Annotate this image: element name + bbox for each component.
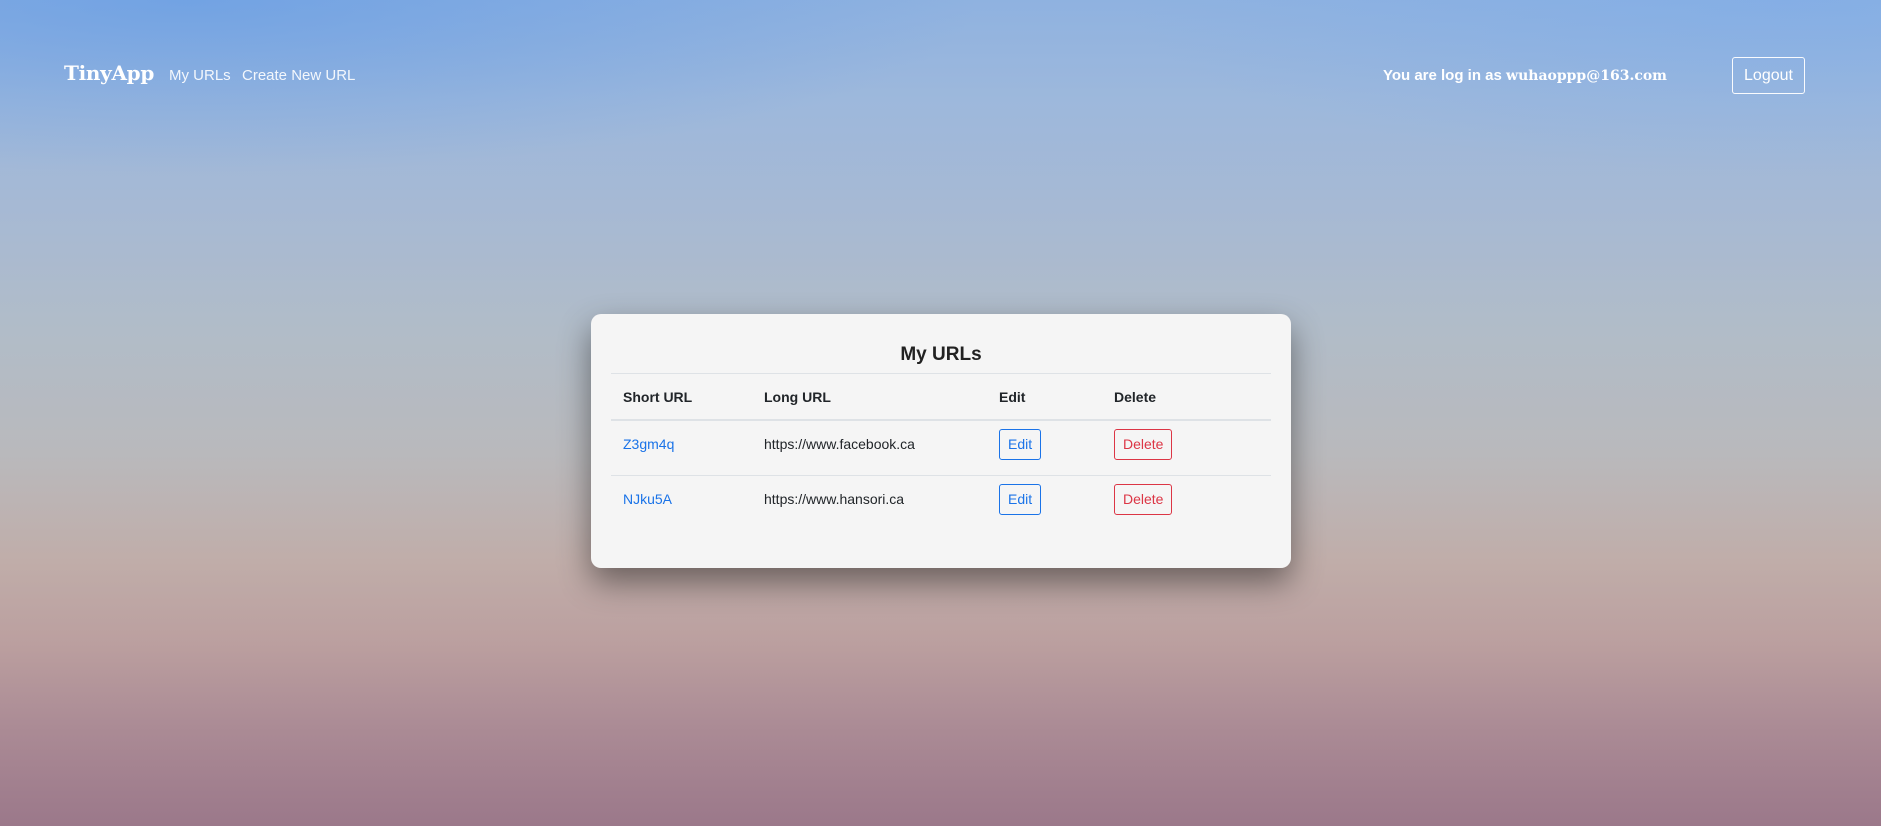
- long-url-cell: https://www.facebook.ca: [752, 420, 987, 475]
- table-row: Z3gm4q https://www.facebook.ca Edit Dele…: [611, 420, 1271, 475]
- column-header-long-url: Long URL: [752, 373, 987, 421]
- top-navbar: TinyApp My URLs Create New URL You are l…: [0, 0, 1881, 152]
- table-row: NJku5A https://www.hansori.ca Edit Delet…: [611, 474, 1271, 530]
- login-email: wuhaoppp@163.com: [1506, 68, 1667, 84]
- login-prefix: You are log in as: [1382, 67, 1502, 84]
- brand-logo[interactable]: TinyApp: [64, 61, 154, 85]
- long-url-text: https://www.facebook.ca: [764, 436, 915, 452]
- edit-cell: Edit: [987, 420, 1102, 475]
- column-header-delete: Delete: [1102, 373, 1271, 421]
- short-url-link[interactable]: NJku5A: [623, 491, 672, 507]
- logout-button[interactable]: Logout: [1732, 57, 1805, 94]
- edit-button[interactable]: Edit: [999, 429, 1042, 460]
- login-status: You are log in as wuhaoppp@163.com: [1383, 67, 1667, 84]
- short-url-cell: Z3gm4q: [611, 420, 752, 475]
- nav-create-new-url-link[interactable]: Create New URL: [242, 67, 355, 84]
- table-header-row: Short URL Long URL Edit Delete: [611, 373, 1271, 421]
- urls-card: My URLs Short URL Long URL Edit Delete Z…: [591, 314, 1291, 568]
- page-title: My URLs: [900, 344, 982, 365]
- delete-button[interactable]: Delete: [1114, 483, 1173, 515]
- short-url-cell: NJku5A: [611, 474, 752, 530]
- short-url-link[interactable]: Z3gm4q: [623, 436, 674, 452]
- edit-cell: Edit: [987, 474, 1102, 530]
- long-url-text: https://www.hansori.ca: [764, 490, 905, 507]
- long-url-cell: https://www.hansori.ca: [752, 474, 987, 530]
- column-header-short-url: Short URL: [611, 373, 752, 421]
- column-header-edit: Edit: [987, 373, 1102, 421]
- edit-button[interactable]: Edit: [999, 483, 1042, 515]
- urls-table: Short URL Long URL Edit Delete Z3gm4q ht…: [611, 373, 1271, 530]
- delete-button[interactable]: Delete: [1114, 429, 1173, 460]
- delete-cell: Delete: [1102, 420, 1271, 475]
- delete-cell: Delete: [1102, 474, 1271, 530]
- nav-my-urls-link[interactable]: My URLs: [169, 67, 231, 84]
